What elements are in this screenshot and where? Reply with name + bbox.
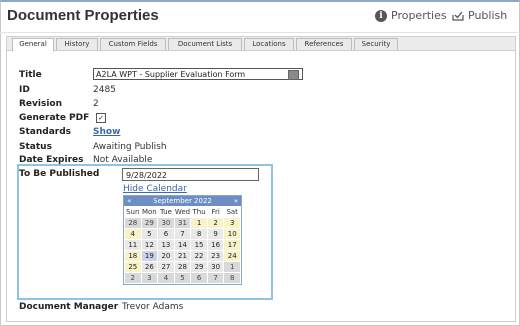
tab-history[interactable]: History (56, 38, 98, 50)
properties-panel: General History Custom Fields Document L… (6, 36, 516, 322)
next-month-button[interactable]: » (234, 196, 238, 206)
calendar-dow: Fri (211, 208, 220, 216)
edit-icon[interactable] (288, 70, 299, 80)
tab-custom-fields[interactable]: Custom Fields (100, 38, 166, 50)
id-label: ID (19, 85, 30, 95)
generate-pdf-checkbox[interactable]: ✓ (96, 113, 106, 123)
calendar-day[interactable]: 16 (207, 240, 224, 250)
calendar-day[interactable]: 7 (174, 229, 191, 239)
calendar-day[interactable]: 28 (174, 262, 191, 272)
tab-bar: General History Custom Fields Document L… (7, 37, 515, 51)
calendar-day[interactable]: 7 (207, 273, 224, 283)
document-manager-label: Document Manager (19, 302, 119, 312)
title-label: Title (19, 70, 42, 80)
calendar-dow: Sun (126, 208, 140, 216)
calendar-widget: « September 2022 » Sun Mon Tue Wed Thu Fri Sat… (123, 195, 242, 285)
properties-label: Properties (391, 9, 447, 22)
id-value: 2485 (93, 85, 116, 95)
calendar-day[interactable]: 17 (224, 240, 240, 250)
generate-pdf-label: Generate PDF (19, 113, 90, 123)
calendar-day[interactable]: 5 (141, 229, 158, 239)
calendar-day[interactable]: 18 (125, 251, 141, 261)
calendar-dow: Sat (226, 208, 238, 216)
publish-date-input[interactable]: 9/28/2022 (122, 168, 259, 181)
calendar-day[interactable]: 25 (125, 262, 141, 272)
calendar-day[interactable]: 6 (158, 229, 174, 239)
calendar-day[interactable]: 8 (191, 229, 207, 239)
title-value: A2LA WPT - Supplier Evaluation Form (96, 70, 246, 79)
calendar-day[interactable]: 26 (141, 262, 158, 272)
prev-month-button[interactable]: « (127, 196, 131, 206)
calendar-dow: Thu (192, 208, 206, 216)
tab-general[interactable]: General (12, 38, 54, 51)
calendar-day[interactable]: 8 (224, 273, 240, 283)
calendar-day[interactable]: 11 (125, 240, 141, 250)
calendar-dow: Tue (159, 208, 172, 216)
calendar-day[interactable]: 23 (207, 251, 224, 261)
calendar-day[interactable]: 10 (224, 229, 240, 239)
calendar-day[interactable]: 30 (158, 218, 174, 228)
header-bar: Document Properties i Properties Publish (0, 0, 518, 33)
calendar-day[interactable]: 6 (191, 273, 207, 283)
publish-button[interactable]: Publish (452, 9, 507, 22)
publish-label: Publish (468, 9, 508, 22)
tab-locations[interactable]: Locations (244, 38, 294, 50)
status-label: Status (19, 142, 52, 152)
calendar-day[interactable]: 22 (191, 251, 207, 261)
standards-show-link[interactable]: Show (93, 127, 120, 137)
calendar-day[interactable]: 1 (191, 218, 207, 228)
calendar-day[interactable]: 24 (224, 251, 240, 261)
hide-calendar-link[interactable]: Hide Calendar (123, 184, 187, 194)
calendar-day[interactable]: 28 (125, 218, 141, 228)
status-value: Awaiting Publish (93, 142, 167, 152)
calendar-header: « September 2022 » (124, 196, 241, 206)
standards-label: Standards (19, 127, 72, 137)
calendar-day[interactable]: 3 (141, 273, 158, 283)
calendar-day[interactable]: 4 (125, 229, 141, 239)
calendar-dow: Mon (141, 208, 157, 216)
calendar-day[interactable]: 29 (191, 262, 207, 272)
calendar-day[interactable]: 31 (174, 218, 191, 228)
calendar-day[interactable]: 1 (224, 262, 240, 272)
to-be-published-label: To Be Published (19, 169, 100, 179)
calendar-day[interactable]: 14 (174, 240, 191, 250)
calendar-day[interactable]: 2 (207, 218, 224, 228)
calendar-day[interactable]: 20 (158, 251, 174, 261)
page-title: Document Properties (7, 7, 159, 24)
calendar-day[interactable]: 29 (141, 218, 158, 228)
title-field[interactable]: A2LA WPT - Supplier Evaluation Form (93, 68, 303, 80)
calendar-day[interactable]: 5 (174, 273, 191, 283)
publish-icon (452, 11, 464, 21)
calendar-dow: Wed (174, 208, 191, 216)
calendar-day[interactable]: 15 (191, 240, 207, 250)
document-manager-value: Trevor Adams (122, 302, 184, 312)
calendar-month-label: September 2022 (153, 197, 212, 205)
calendar-day[interactable]: 9 (207, 229, 224, 239)
properties-button[interactable]: i Properties (375, 9, 447, 22)
tab-security[interactable]: Security (354, 38, 398, 50)
calendar-day[interactable]: 2 (125, 273, 141, 283)
calendar-day[interactable]: 4 (158, 273, 174, 283)
calendar-day[interactable]: 27 (158, 262, 174, 272)
calendar-day[interactable]: 30 (207, 262, 224, 272)
tab-references[interactable]: References (296, 38, 352, 50)
calendar-grid: Sun Mon Tue Wed Thu Fri Sat 28 29 30 31 1 2 3 4 5 6 7 8 9 10… (124, 206, 241, 284)
info-icon: i (375, 9, 387, 22)
revision-value: 2 (93, 99, 99, 109)
calendar-day[interactable]: 12 (141, 240, 158, 250)
calendar-day[interactable]: 3 (224, 218, 240, 228)
calendar-day[interactable]: 19 (141, 251, 158, 261)
calendar-day[interactable]: 13 (158, 240, 174, 250)
calendar-day[interactable]: 21 (174, 251, 191, 261)
tab-document-lists[interactable]: Document Lists (168, 38, 242, 50)
revision-label: Revision (19, 99, 63, 109)
